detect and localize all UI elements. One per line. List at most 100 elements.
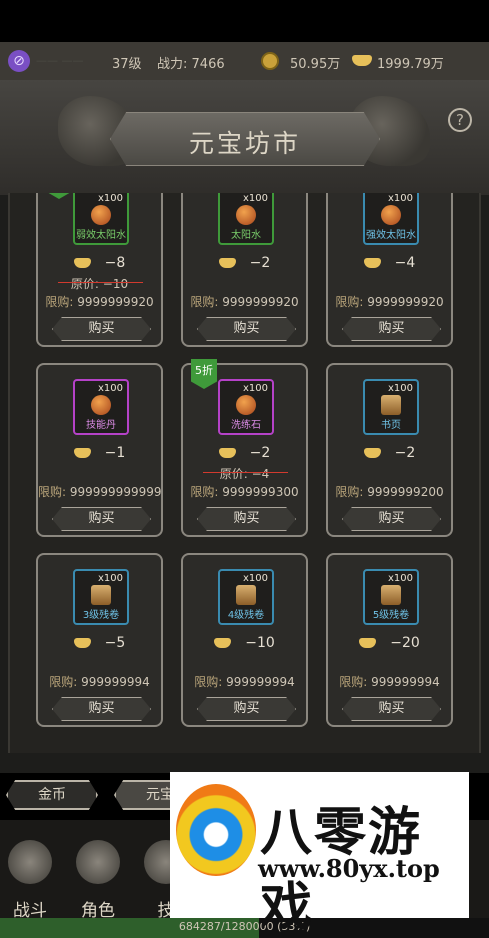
combat-power: 战力: 7466: [157, 53, 225, 72]
limit-value: 9999999920: [77, 295, 154, 309]
purchase-limit: 限购: 999999994: [38, 673, 161, 690]
item-quantity: x100: [97, 193, 123, 204]
item-slot[interactable]: x100 太阳水: [218, 193, 274, 245]
item-price: −2: [328, 445, 451, 461]
item-name: 强效太阳水: [366, 230, 416, 241]
buy-button[interactable]: 购买: [197, 697, 296, 721]
item-price: −2: [183, 445, 306, 461]
item-quantity: x100: [242, 383, 268, 394]
shop-item-card[interactable]: x100 3级残卷 −5 限购: 999999994 购买: [36, 553, 163, 727]
item-slot[interactable]: x100 弱效太阳水: [73, 193, 129, 245]
shop-item-card[interactable]: x100 洗练石 −2 原价: −4 限购: 9999999300 购买 5折: [181, 359, 308, 537]
shop-title: 元宝坊市: [188, 129, 301, 158]
item-price: −10: [183, 635, 306, 651]
buy-button[interactable]: 购买: [197, 507, 296, 531]
price-value: −10: [245, 635, 275, 651]
item-name: 洗练石: [231, 420, 261, 431]
item-icon: [236, 205, 256, 225]
system-top-bar: [0, 0, 489, 42]
tab-gold[interactable]: 金币: [6, 780, 98, 810]
limit-label: 限购:: [49, 675, 78, 689]
purchase-limit: 限购: 9999999920: [38, 293, 161, 310]
item-quantity: x100: [387, 383, 413, 394]
crown-icon: [76, 840, 120, 884]
limit-value: 9999999920: [222, 295, 299, 309]
shop-item-card[interactable]: x100 5级残卷 −20 限购: 999999994 购买: [326, 553, 453, 727]
item-slot[interactable]: x100 3级残卷: [73, 569, 129, 625]
ingot-value: 1999.79万: [377, 57, 444, 72]
item-price: −4: [328, 255, 451, 271]
item-icon: [236, 395, 256, 415]
item-name: 3级残卷: [82, 610, 120, 621]
item-slot[interactable]: x100 技能丹: [73, 379, 129, 435]
item-icon: [236, 585, 256, 605]
shop-item-card[interactable]: x100弱效太阳水−8原价: −10限购: 9999999920购买5折: [36, 193, 163, 347]
item-quantity: x100: [242, 193, 268, 204]
limit-label: 限购:: [45, 295, 74, 309]
purchase-limit: 限购: 999999994: [183, 673, 306, 690]
price-value: −2: [249, 445, 271, 461]
price-value: −2: [394, 445, 416, 461]
buy-button[interactable]: 购买: [197, 317, 296, 341]
shop-item-grid[interactable]: x100弱效太阳水−8原价: −10限购: 9999999920购买5折x100…: [8, 193, 481, 753]
item-price: −1: [38, 445, 161, 461]
item-name: 5级残卷: [372, 610, 410, 621]
ingot-icon: [363, 448, 381, 458]
orig-value: −10: [102, 277, 129, 291]
ingot-icon: [73, 638, 91, 648]
item-slot[interactable]: x100 书页: [363, 379, 419, 435]
price-value: −4: [394, 255, 416, 271]
limit-value: 999999999999: [69, 485, 162, 499]
item-name: 4级残卷: [227, 610, 265, 621]
discount-badge: 5折: [46, 193, 72, 199]
panel-frame-bottom: [0, 753, 489, 773]
shop-item-card[interactable]: x100 强效太阳水 −4 限购: 9999999920 购买: [326, 193, 453, 347]
purchase-limit: 限购: 999999994: [328, 673, 451, 690]
buy-button[interactable]: 购买: [342, 317, 441, 341]
limit-value: 999999994: [371, 675, 440, 689]
site-logo-icon: [176, 784, 256, 876]
limit-label: 限购:: [38, 485, 67, 499]
ad-url: www.80yx.top: [258, 854, 440, 883]
item-quantity: x100: [97, 573, 123, 584]
limit-label: 限购:: [194, 675, 223, 689]
limit-value: 999999994: [81, 675, 150, 689]
discount-badge: 5折: [191, 359, 217, 389]
item-icon: [381, 395, 401, 415]
nav-character[interactable]: 角色: [68, 830, 128, 925]
price-value: −5: [104, 635, 126, 651]
ingot-icon: [73, 448, 91, 458]
nav-battle[interactable]: 战斗: [0, 830, 60, 925]
coin-icon: [261, 52, 279, 70]
item-slot[interactable]: x100 洗练石: [218, 379, 274, 435]
limit-value: 999999994: [226, 675, 295, 689]
shop-item-card[interactable]: x100 技能丹 −1 限购: 999999999999 购买: [36, 363, 163, 537]
item-name: 弱效太阳水: [76, 230, 126, 241]
item-name: 技能丹: [86, 420, 116, 431]
limit-label: 限购:: [190, 295, 219, 309]
buy-button[interactable]: 购买: [52, 507, 151, 531]
buy-button[interactable]: 购买: [342, 507, 441, 531]
item-quantity: x100: [97, 383, 123, 394]
power-label: 战力:: [157, 57, 188, 72]
crossed-swords-icon: [8, 840, 52, 884]
item-slot[interactable]: x100 5级残卷: [363, 569, 419, 625]
shop-item-card[interactable]: x100 4级残卷 −10 限购: 999999994 购买: [181, 553, 308, 727]
buy-button[interactable]: 购买: [52, 697, 151, 721]
item-name: 太阳水: [231, 230, 261, 241]
item-name: 书页: [381, 420, 401, 431]
buy-button[interactable]: 购买: [342, 697, 441, 721]
ingot-icon: [218, 448, 236, 458]
help-icon[interactable]: ?: [448, 108, 472, 132]
player-status-bar: ⊘ —— —— 37级 战力: 7466 50.95万 1999.79万: [0, 42, 489, 80]
item-slot[interactable]: x100 强效太阳水: [363, 193, 419, 245]
buy-button[interactable]: 购买: [52, 317, 151, 341]
purchase-limit: 限购: 9999999920: [328, 293, 451, 310]
shop-item-card[interactable]: x100 书页 −2 限购: 9999999200 购买: [326, 363, 453, 537]
item-slot[interactable]: x100 4级残卷: [218, 569, 274, 625]
item-icon: [381, 585, 401, 605]
shop-item-card[interactable]: x100 太阳水 −2 限购: 9999999920 购买: [181, 193, 308, 347]
guild-icon[interactable]: ⊘: [8, 50, 30, 72]
limit-value: 9999999300: [222, 485, 299, 499]
item-quantity: x100: [387, 573, 413, 584]
